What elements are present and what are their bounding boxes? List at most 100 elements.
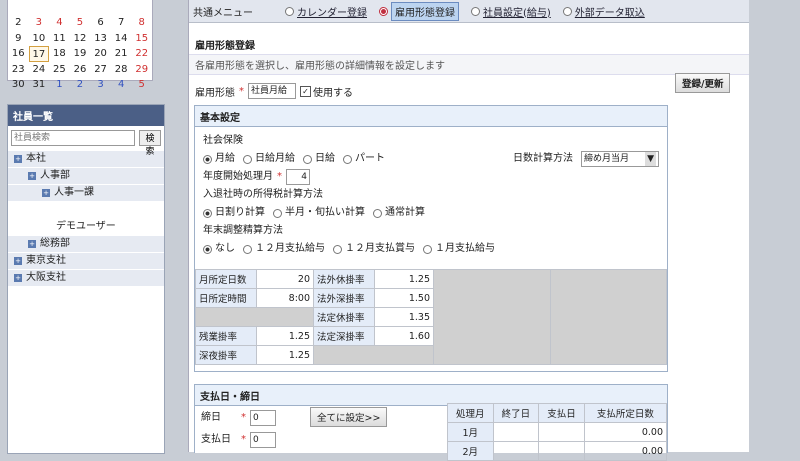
expand-icon[interactable]: + (28, 172, 36, 180)
pay-day-cell[interactable] (538, 422, 585, 442)
tree-node[interactable]: + 本社 (8, 151, 164, 167)
close-label: 締日 (201, 412, 221, 423)
calendar-day[interactable]: 1 (49, 77, 70, 92)
menu-employee-settings[interactable]: 社員設定(給与) (471, 4, 551, 19)
expand-icon[interactable]: + (14, 257, 22, 265)
calendar-day[interactable]: 10 (29, 31, 50, 46)
calendar-day[interactable]: 5 (70, 15, 91, 30)
legal-out-late-input[interactable]: 1.50 (374, 288, 434, 308)
tree-node[interactable]: + 総務部 (8, 236, 164, 252)
calendar-day[interactable]: 21 (111, 46, 132, 61)
register-update-button[interactable]: 登録/更新 (675, 73, 731, 93)
calendar-day[interactable]: 12 (70, 31, 91, 46)
menu-link[interactable]: カレンダー登録 (297, 4, 367, 19)
pay-day-input[interactable]: 0 (250, 432, 276, 448)
calendar-day[interactable]: 11 (49, 31, 70, 46)
menu-calendar-register[interactable]: カレンダー登録 (285, 4, 367, 19)
calendar-day[interactable]: 22 (131, 46, 152, 61)
day-calc-select[interactable]: 締め月当月 ▼ (581, 151, 659, 167)
opt-none[interactable]: なし (203, 240, 235, 258)
calendar-day[interactable]: 16 (8, 46, 29, 61)
calendar-day[interactable]: 24 (29, 62, 50, 77)
calendar-day[interactable]: 29 (131, 62, 152, 77)
daily-hours-input[interactable]: 8:00 (256, 288, 314, 308)
employment-type-input[interactable]: 社員月給 (248, 83, 296, 99)
calendar-day-today[interactable]: 17 (28, 46, 50, 62)
pay-days-cell[interactable]: 0.00 (583, 422, 668, 442)
use-checkbox-wrap[interactable]: ✓ 使用する (300, 84, 353, 99)
overtime-input[interactable]: 1.25 (256, 326, 314, 346)
tree-node[interactable]: + 人事一課 (8, 185, 164, 201)
calendar-day[interactable]: 27 (90, 62, 111, 77)
legal-late-input[interactable]: 1.60 (374, 326, 434, 346)
table-header: 支払所定日数 (583, 403, 668, 423)
calendar-day[interactable]: 19 (70, 46, 91, 61)
calendar-day[interactable]: 6 (90, 15, 111, 30)
legal-out-holiday-input[interactable]: 1.25 (374, 269, 434, 289)
calendar-day[interactable]: 31 (29, 77, 50, 92)
calendar-day[interactable]: 3 (29, 15, 50, 30)
calendar-day[interactable]: 26 (70, 62, 91, 77)
calendar-day[interactable]: 4 (111, 77, 132, 92)
calendar-day[interactable]: 14 (111, 31, 132, 46)
expand-icon[interactable]: + (14, 274, 22, 282)
fiscal-month-input[interactable]: 4 (286, 169, 310, 185)
opt-daily-monthly[interactable]: 日給月給 (243, 150, 295, 168)
checkbox-checked-icon[interactable]: ✓ (300, 85, 311, 97)
calendar-day[interactable]: 8 (131, 15, 152, 30)
calendar-day[interactable]: 28 (111, 62, 132, 77)
expand-icon[interactable]: + (28, 240, 36, 248)
menu-external-import[interactable]: 外部データ取込 (562, 4, 645, 19)
expand-icon[interactable]: + (14, 155, 22, 163)
opt-dec-salary[interactable]: １２月支払給与 (243, 240, 325, 258)
opt-normal[interactable]: 通常計算 (373, 204, 425, 222)
opt-prorate[interactable]: 日割り計算 (203, 204, 265, 222)
employee-search-input[interactable] (11, 130, 135, 146)
calendar-day[interactable]: 25 (49, 62, 70, 77)
opt-monthly[interactable]: 月給 (203, 150, 235, 168)
opt-label: 日給 (315, 153, 335, 164)
pay-day-cell[interactable] (538, 441, 585, 461)
latenight-input[interactable]: 1.25 (256, 345, 314, 365)
opt-dec-bonus[interactable]: １２月支払賞与 (333, 240, 415, 258)
end-day-cell[interactable] (492, 422, 540, 442)
calendar-day[interactable]: 18 (49, 46, 70, 61)
tree-node[interactable]: デモユーザー (8, 219, 164, 235)
tree-node[interactable] (8, 202, 164, 218)
menu-link[interactable]: 外部データ取込 (575, 4, 645, 19)
calendar-day[interactable]: 4 (49, 15, 70, 30)
opt-jan-salary[interactable]: １月支払給与 (423, 240, 495, 258)
calendar-day[interactable]: 3 (90, 77, 111, 92)
menu-link[interactable]: 社員設定(給与) (483, 4, 551, 19)
calendar-day[interactable]: 30 (8, 77, 29, 92)
employee-search-button[interactable]: 検索 (139, 130, 161, 157)
calendar-day[interactable]: 20 (90, 46, 111, 61)
radio-icon (243, 244, 252, 254)
set-all-button[interactable]: 全てに設定>> (310, 407, 388, 427)
calendar-day[interactable]: 23 (8, 62, 29, 77)
calendar-day[interactable]: 15 (131, 31, 152, 46)
grid-label: 法定休掛率 (313, 307, 375, 327)
menu-link-selected[interactable]: 雇用形態登録 (391, 1, 459, 21)
tree-node[interactable]: + 人事部 (8, 168, 164, 184)
tree-node[interactable]: + 東京支社 (8, 253, 164, 269)
calendar-day[interactable]: 2 (8, 15, 29, 30)
close-day-input[interactable]: 0 (250, 410, 276, 426)
menu-employment-type-register[interactable]: 雇用形態登録 (379, 1, 459, 21)
calendar-day[interactable]: 2 (70, 77, 91, 92)
calendar-day[interactable]: 13 (90, 31, 111, 46)
tree-node[interactable]: + 大阪支社 (8, 270, 164, 286)
opt-label: 月給 (215, 153, 235, 164)
calendar-day[interactable]: 9 (8, 31, 29, 46)
table-header: 終了日 (492, 403, 540, 423)
opt-half-month[interactable]: 半月・旬払い計算 (273, 204, 365, 222)
legal-holiday-input[interactable]: 1.35 (374, 307, 434, 327)
opt-daily[interactable]: 日給 (303, 150, 335, 168)
calendar-day[interactable]: 7 (111, 15, 132, 30)
pay-days-cell[interactable]: 0.00 (583, 441, 668, 461)
opt-part[interactable]: パート (343, 150, 385, 168)
expand-icon[interactable]: + (42, 189, 50, 197)
monthly-days-input[interactable]: 20 (256, 269, 314, 289)
end-day-cell[interactable] (492, 441, 540, 461)
calendar-day[interactable]: 5 (131, 77, 152, 92)
